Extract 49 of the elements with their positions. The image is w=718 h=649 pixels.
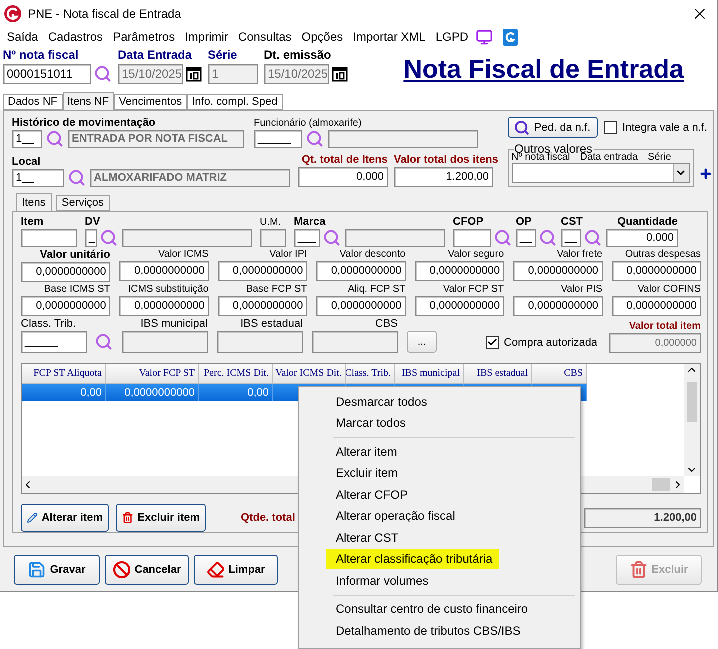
field-label: Class. Trib. <box>21 318 78 330</box>
field-label: Funcionário (almoxarife) <box>254 118 363 129</box>
table-cell: 0,0000000000 <box>106 384 199 401</box>
field-label: Valor PIS <box>560 284 603 295</box>
field-label: Base FCP ST <box>245 284 308 295</box>
field-label: Qt. total de Itens <box>300 154 388 166</box>
field-label: Valor seguro <box>447 249 504 260</box>
field-label: Valor frete <box>556 249 603 260</box>
checkbox-label: Compra autorizada <box>504 336 598 348</box>
field-label: Base ICMS ST <box>43 284 110 295</box>
field-label: Dt. emissão <box>264 48 332 62</box>
field-label: Valor FCP ST <box>442 284 504 295</box>
field-label: Valor IPI <box>268 249 308 260</box>
field-label: Série <box>208 48 238 62</box>
field-label: CFOP <box>453 216 485 228</box>
field-label: Qtde. total <box>241 512 296 524</box>
field-label: Marca <box>294 216 327 228</box>
field-label: Valor desconto <box>338 249 406 260</box>
field-label: Nº nota fiscal <box>3 48 80 62</box>
readonly-field: ALMOXARIFADO MATRIZ <box>90 169 290 187</box>
field-label: Item <box>21 216 45 228</box>
field-label: Valor total dos itens <box>394 154 499 166</box>
field-label: Local <box>12 156 42 168</box>
table-cell: 0,00 <box>199 384 273 401</box>
checkbox-label: Integra vale a n.f. <box>622 122 708 134</box>
readonly-field: 1.200,00 <box>584 508 701 528</box>
field-label: Valor COFINS <box>636 284 701 295</box>
readonly-field: 0,000000 <box>609 333 701 353</box>
field-label: CST <box>561 216 584 228</box>
field-label: Aliq. FCP ST <box>347 284 406 295</box>
field-label: Valor ICMS <box>157 249 209 260</box>
field-label: IBS estadual <box>240 318 303 330</box>
field-label: OP <box>516 216 533 228</box>
field-label: CBS <box>374 318 398 330</box>
field-label: Valor total item <box>628 321 701 332</box>
field-label: Outras despesas <box>624 249 701 260</box>
field-label: Data Entrada <box>118 48 194 62</box>
column-label: Data entrada <box>580 152 638 163</box>
field-label: DV <box>85 216 102 228</box>
field-label: IBS municipal <box>140 318 208 330</box>
column-label: Série <box>648 152 672 163</box>
field-label: Quantidade <box>616 216 678 228</box>
window-title: PNE - Nota fiscal de Entrada <box>28 7 182 21</box>
table-cell: 0,00 <box>22 384 106 401</box>
field-label: Histórico de movimentação <box>12 117 157 129</box>
readonly-field: ENTRADA POR NOTA FISCAL <box>68 130 244 148</box>
field-label: U.M. <box>260 217 282 228</box>
field-label: ICMS substituição <box>127 284 209 295</box>
field-label: Valor unitário <box>39 249 110 261</box>
